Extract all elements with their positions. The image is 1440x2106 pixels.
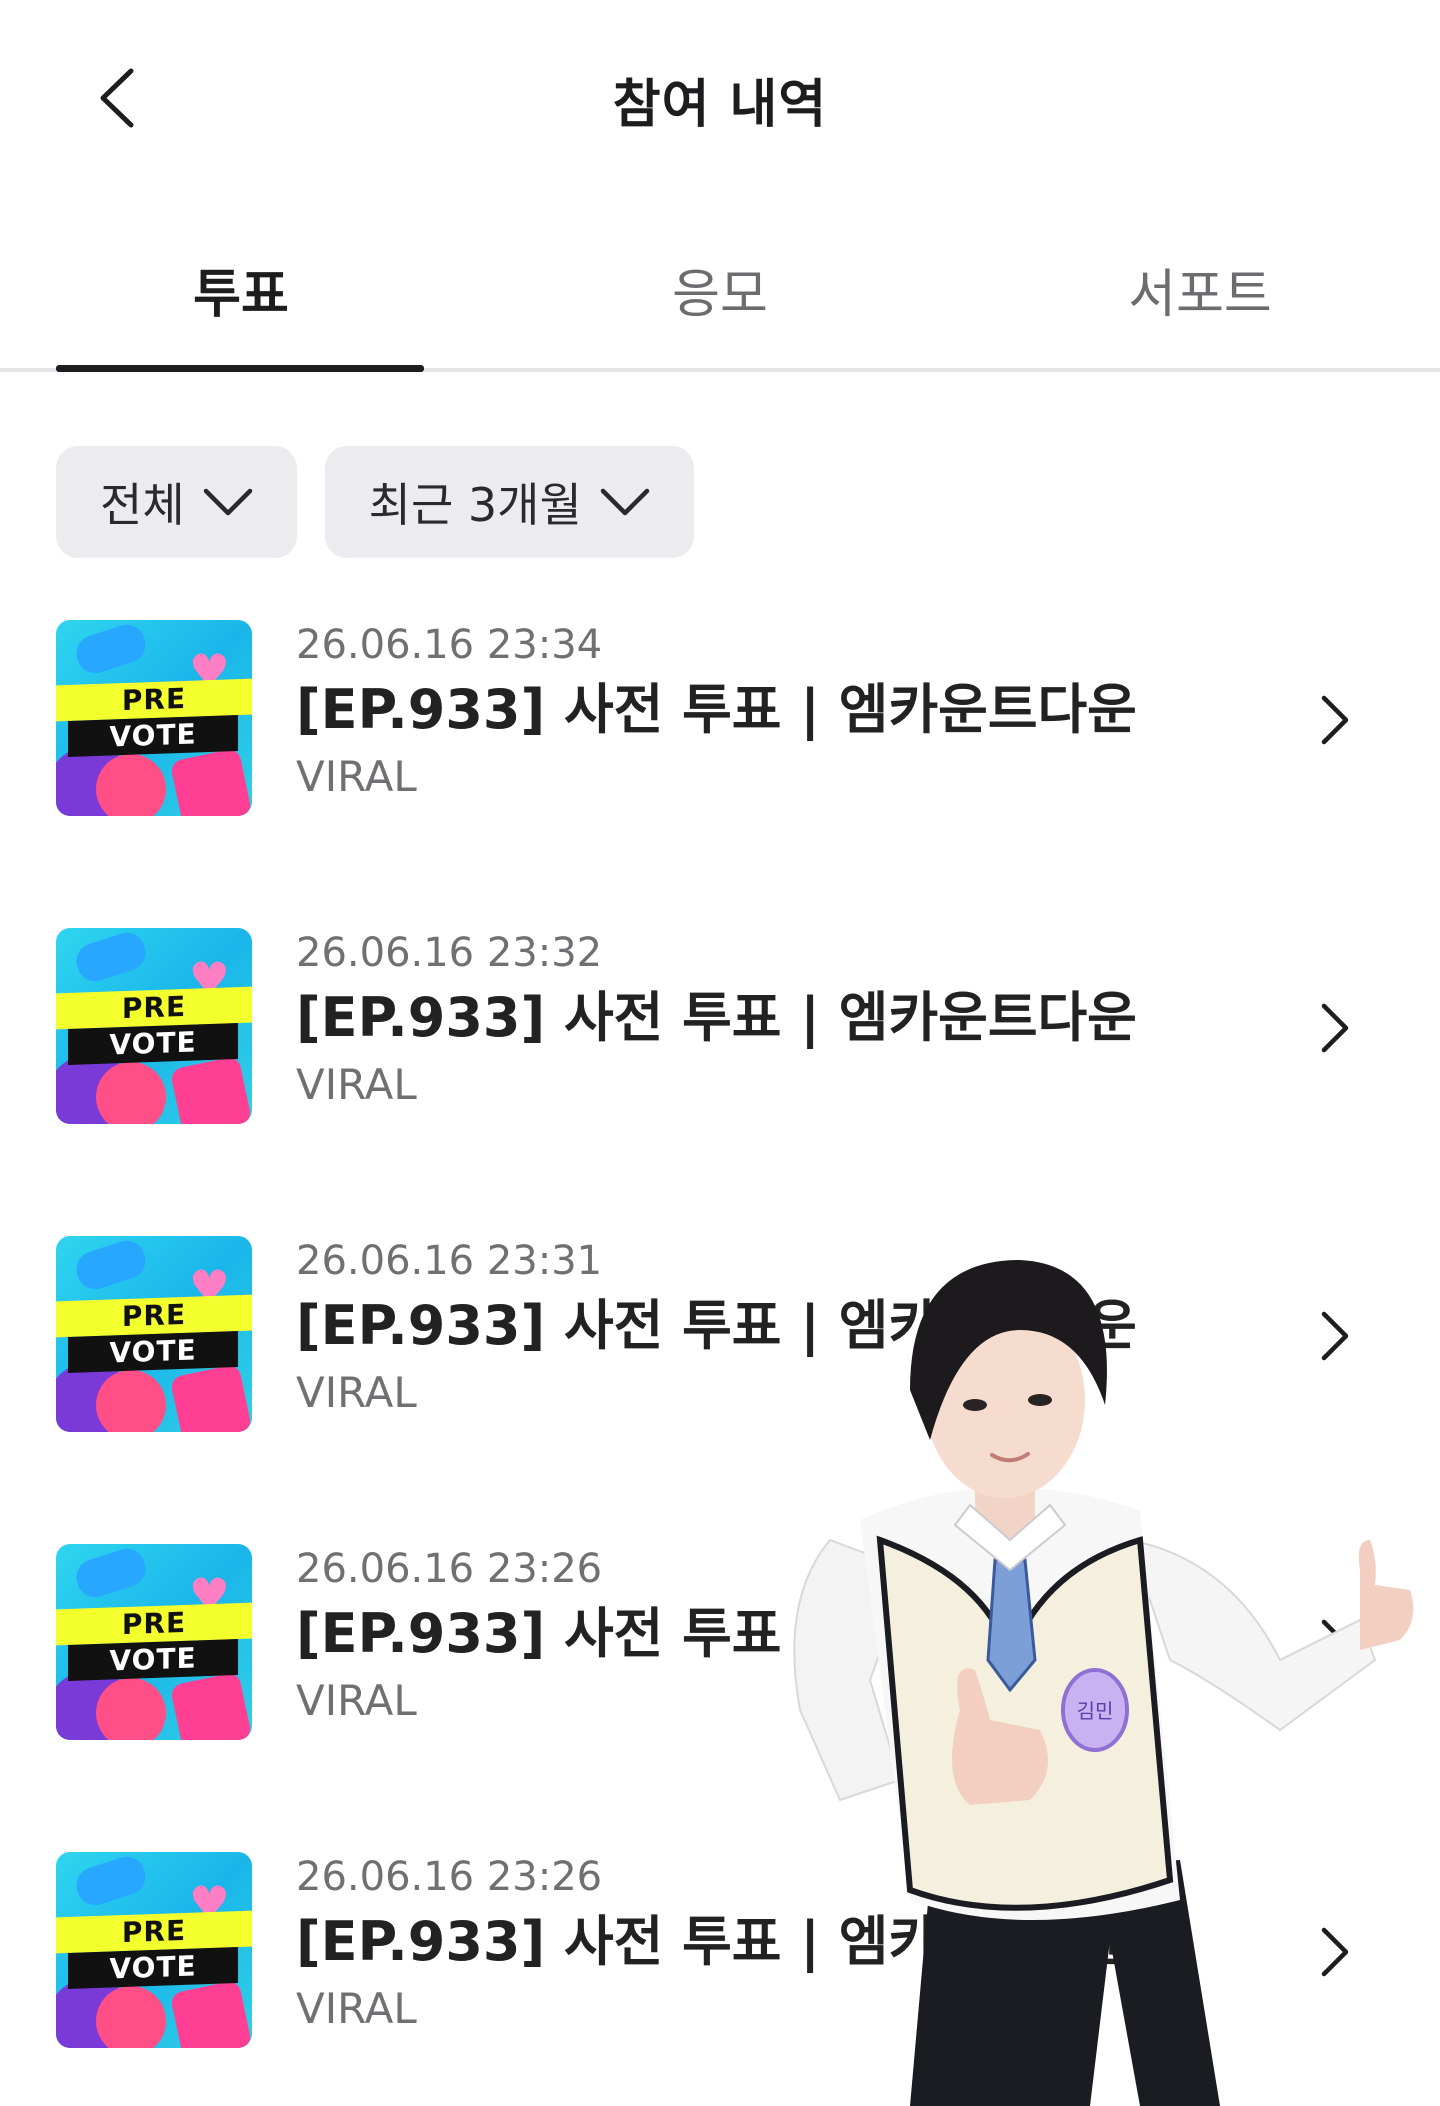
item-organizer: VIRAL	[296, 1060, 417, 1109]
tab-apply[interactable]: 응모	[535, 252, 905, 327]
pre-vote-thumbnail: ♥ PRE VOTE	[56, 928, 252, 1124]
item-title: [EP.933] 사전 투표 | 엠카운트다운	[296, 678, 1137, 741]
item-date: 26.06.16 23:32	[296, 930, 603, 976]
tab-support[interactable]: 서포트	[1015, 252, 1385, 327]
pre-vote-thumbnail: ♥ PRE VOTE	[56, 620, 252, 816]
period-filter-label: 최근 3개월	[368, 478, 582, 532]
chevron-down-icon	[203, 488, 252, 516]
thumbnail-vote-text: VOTE	[68, 715, 238, 757]
pre-vote-thumbnail: ♥ PRE VOTE	[56, 1236, 252, 1432]
thumbnail-vote-text: VOTE	[68, 1023, 238, 1065]
chevron-right-icon	[1321, 695, 1349, 745]
active-tab-indicator	[56, 365, 424, 372]
page-title: 참여 내역	[612, 75, 828, 135]
period-filter-dropdown[interactable]: 최근 3개월	[324, 446, 694, 558]
filter-bar: 전체 최근 3개월	[56, 446, 694, 558]
pre-vote-thumbnail: ♥ PRE VOTE	[56, 1544, 252, 1740]
list-item[interactable]: ♥ PRE VOTE 26.06.16 23:32 [EP.933] 사전 투표…	[0, 928, 1440, 1128]
list-item[interactable]: ♥ PRE VOTE 26.06.16 23:34 [EP.933] 사전 투표…	[0, 620, 1440, 820]
thumbnail-vote-text: VOTE	[68, 1947, 238, 1989]
chevron-right-icon	[1321, 1003, 1349, 1053]
chevron-down-icon	[600, 488, 650, 516]
item-title: [EP.933] 사전 투표 | 엠카운트다운	[296, 986, 1137, 1049]
category-filter-dropdown[interactable]: 전체	[56, 446, 297, 558]
category-filter-label: 전체	[100, 478, 185, 532]
app-header: 참여 내역	[0, 0, 1440, 200]
item-date: 26.06.16 23:34	[296, 622, 603, 668]
person-sticker-overlay: 김민	[793, 1260, 1414, 2106]
pre-vote-thumbnail: ♥ PRE VOTE	[56, 1852, 252, 2048]
thumbnail-vote-text: VOTE	[68, 1331, 238, 1373]
thumbnail-vote-text: VOTE	[68, 1639, 238, 1681]
tab-bar: 투표 응모 서포트	[0, 230, 1440, 372]
name-badge-text: 김민	[1077, 1699, 1114, 1723]
tab-vote[interactable]: 투표	[56, 252, 426, 327]
item-organizer: VIRAL	[296, 752, 417, 801]
